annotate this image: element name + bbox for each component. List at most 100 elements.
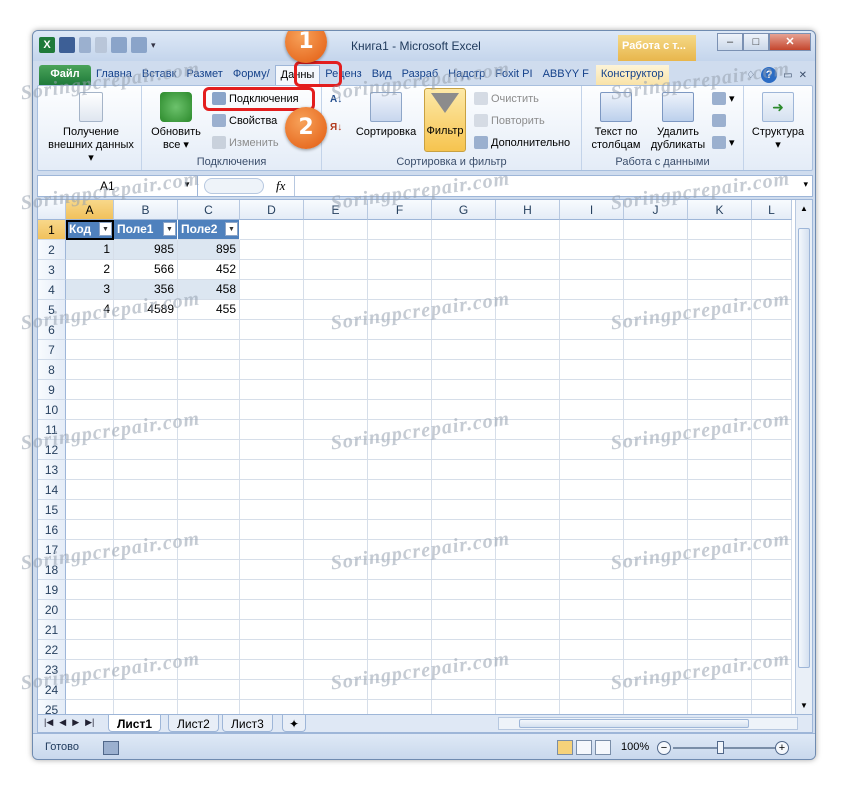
cell-a9[interactable] (66, 380, 114, 400)
cell-k19[interactable] (688, 580, 752, 600)
cell-e5[interactable] (304, 300, 368, 320)
cell-h16[interactable] (496, 520, 560, 540)
formula-input[interactable] (294, 176, 794, 196)
cell-j18[interactable] (624, 560, 688, 580)
row-header-21[interactable]: 21 (38, 620, 66, 640)
maximize-button[interactable]: □ (743, 33, 769, 51)
cell-c12[interactable] (178, 440, 240, 460)
cell-g3[interactable] (432, 260, 496, 280)
cell-g7[interactable] (432, 340, 496, 360)
cell-e20[interactable] (304, 600, 368, 620)
cell-e8[interactable] (304, 360, 368, 380)
cell-k4[interactable] (688, 280, 752, 300)
table-icon[interactable] (111, 37, 127, 53)
tab-4[interactable]: Форму/ (228, 65, 275, 85)
cell-g4[interactable] (432, 280, 496, 300)
cell-e15[interactable] (304, 500, 368, 520)
insert-sheet-icon[interactable]: ✦ (282, 715, 307, 732)
cell-k20[interactable] (688, 600, 752, 620)
cell-b24[interactable] (114, 680, 178, 700)
cell-e24[interactable] (304, 680, 368, 700)
tab-0[interactable]: Файл (39, 65, 91, 85)
cell-a11[interactable] (66, 420, 114, 440)
cell-a8[interactable] (66, 360, 114, 380)
cell-i11[interactable] (560, 420, 624, 440)
table-cell[interactable]: 1 (66, 240, 114, 260)
cell-j23[interactable] (624, 660, 688, 680)
cell-a21[interactable] (66, 620, 114, 640)
row-header-3[interactable]: 3 (38, 260, 66, 280)
cell-b20[interactable] (114, 600, 178, 620)
row-header-11[interactable]: 11 (38, 420, 66, 440)
cell-k15[interactable] (688, 500, 752, 520)
cell-a22[interactable] (66, 640, 114, 660)
cell-f9[interactable] (368, 380, 432, 400)
cell-f12[interactable] (368, 440, 432, 460)
cell-l23[interactable] (752, 660, 792, 680)
cell-k18[interactable] (688, 560, 752, 580)
what-if-button[interactable]: ▾ (712, 136, 735, 149)
scroll-up-icon[interactable]: ▲ (800, 204, 808, 213)
cell-l25[interactable] (752, 700, 792, 714)
cell-j6[interactable] (624, 320, 688, 340)
name-box-dropdown-icon[interactable]: ▼ (183, 180, 191, 189)
cell-d4[interactable] (240, 280, 304, 300)
cell-i5[interactable] (560, 300, 624, 320)
cell-e4[interactable] (304, 280, 368, 300)
sort-az-button[interactable]: А↓ (330, 94, 342, 105)
tab-9[interactable]: Надстр (443, 65, 490, 85)
sheet-tab-3[interactable]: Лист3 (222, 715, 273, 732)
cell-j12[interactable] (624, 440, 688, 460)
cell-b10[interactable] (114, 400, 178, 420)
cell-i17[interactable] (560, 540, 624, 560)
cell-b16[interactable] (114, 520, 178, 540)
cell-e1[interactable] (304, 220, 368, 240)
cell-i7[interactable] (560, 340, 624, 360)
cell-b6[interactable] (114, 320, 178, 340)
cell-l21[interactable] (752, 620, 792, 640)
row-header-15[interactable]: 15 (38, 500, 66, 520)
cell-f4[interactable] (368, 280, 432, 300)
row-header-8[interactable]: 8 (38, 360, 66, 380)
column-header-d[interactable]: D (240, 200, 304, 220)
table-cell[interactable]: 985 (114, 240, 178, 260)
cell-i4[interactable] (560, 280, 624, 300)
table-cell[interactable]: 4589 (114, 300, 178, 320)
cell-b25[interactable] (114, 700, 178, 714)
cell-a20[interactable] (66, 600, 114, 620)
cell-c6[interactable] (178, 320, 240, 340)
row-header-14[interactable]: 14 (38, 480, 66, 500)
cell-c7[interactable] (178, 340, 240, 360)
cell-i3[interactable] (560, 260, 624, 280)
cell-h22[interactable] (496, 640, 560, 660)
cell-c19[interactable] (178, 580, 240, 600)
cell-e19[interactable] (304, 580, 368, 600)
filter-dropdown-icon[interactable]: ▼ (163, 222, 176, 236)
cell-k6[interactable] (688, 320, 752, 340)
cell-g9[interactable] (432, 380, 496, 400)
cell-h9[interactable] (496, 380, 560, 400)
row-header-12[interactable]: 12 (38, 440, 66, 460)
cell-k11[interactable] (688, 420, 752, 440)
column-header-f[interactable]: F (368, 200, 432, 220)
cell-a18[interactable] (66, 560, 114, 580)
cell-g2[interactable] (432, 240, 496, 260)
cell-b19[interactable] (114, 580, 178, 600)
table-cell[interactable]: 3 (66, 280, 114, 300)
row-header-7[interactable]: 7 (38, 340, 66, 360)
prev-sheet-icon[interactable]: ◀ (59, 717, 66, 728)
save-icon[interactable] (59, 37, 75, 53)
edit-links-button[interactable]: Изменить (212, 136, 279, 149)
row-header-20[interactable]: 20 (38, 600, 66, 620)
column-header-a[interactable]: A (66, 200, 114, 220)
cell-g13[interactable] (432, 460, 496, 480)
cell-j13[interactable] (624, 460, 688, 480)
tab-1[interactable]: Главна (91, 65, 137, 85)
cell-j3[interactable] (624, 260, 688, 280)
cell-f8[interactable] (368, 360, 432, 380)
cell-l14[interactable] (752, 480, 792, 500)
cell-l15[interactable] (752, 500, 792, 520)
column-header-k[interactable]: K (688, 200, 752, 220)
refresh-all-button[interactable]: Обновить все ▾ (146, 92, 206, 152)
cell-j17[interactable] (624, 540, 688, 560)
